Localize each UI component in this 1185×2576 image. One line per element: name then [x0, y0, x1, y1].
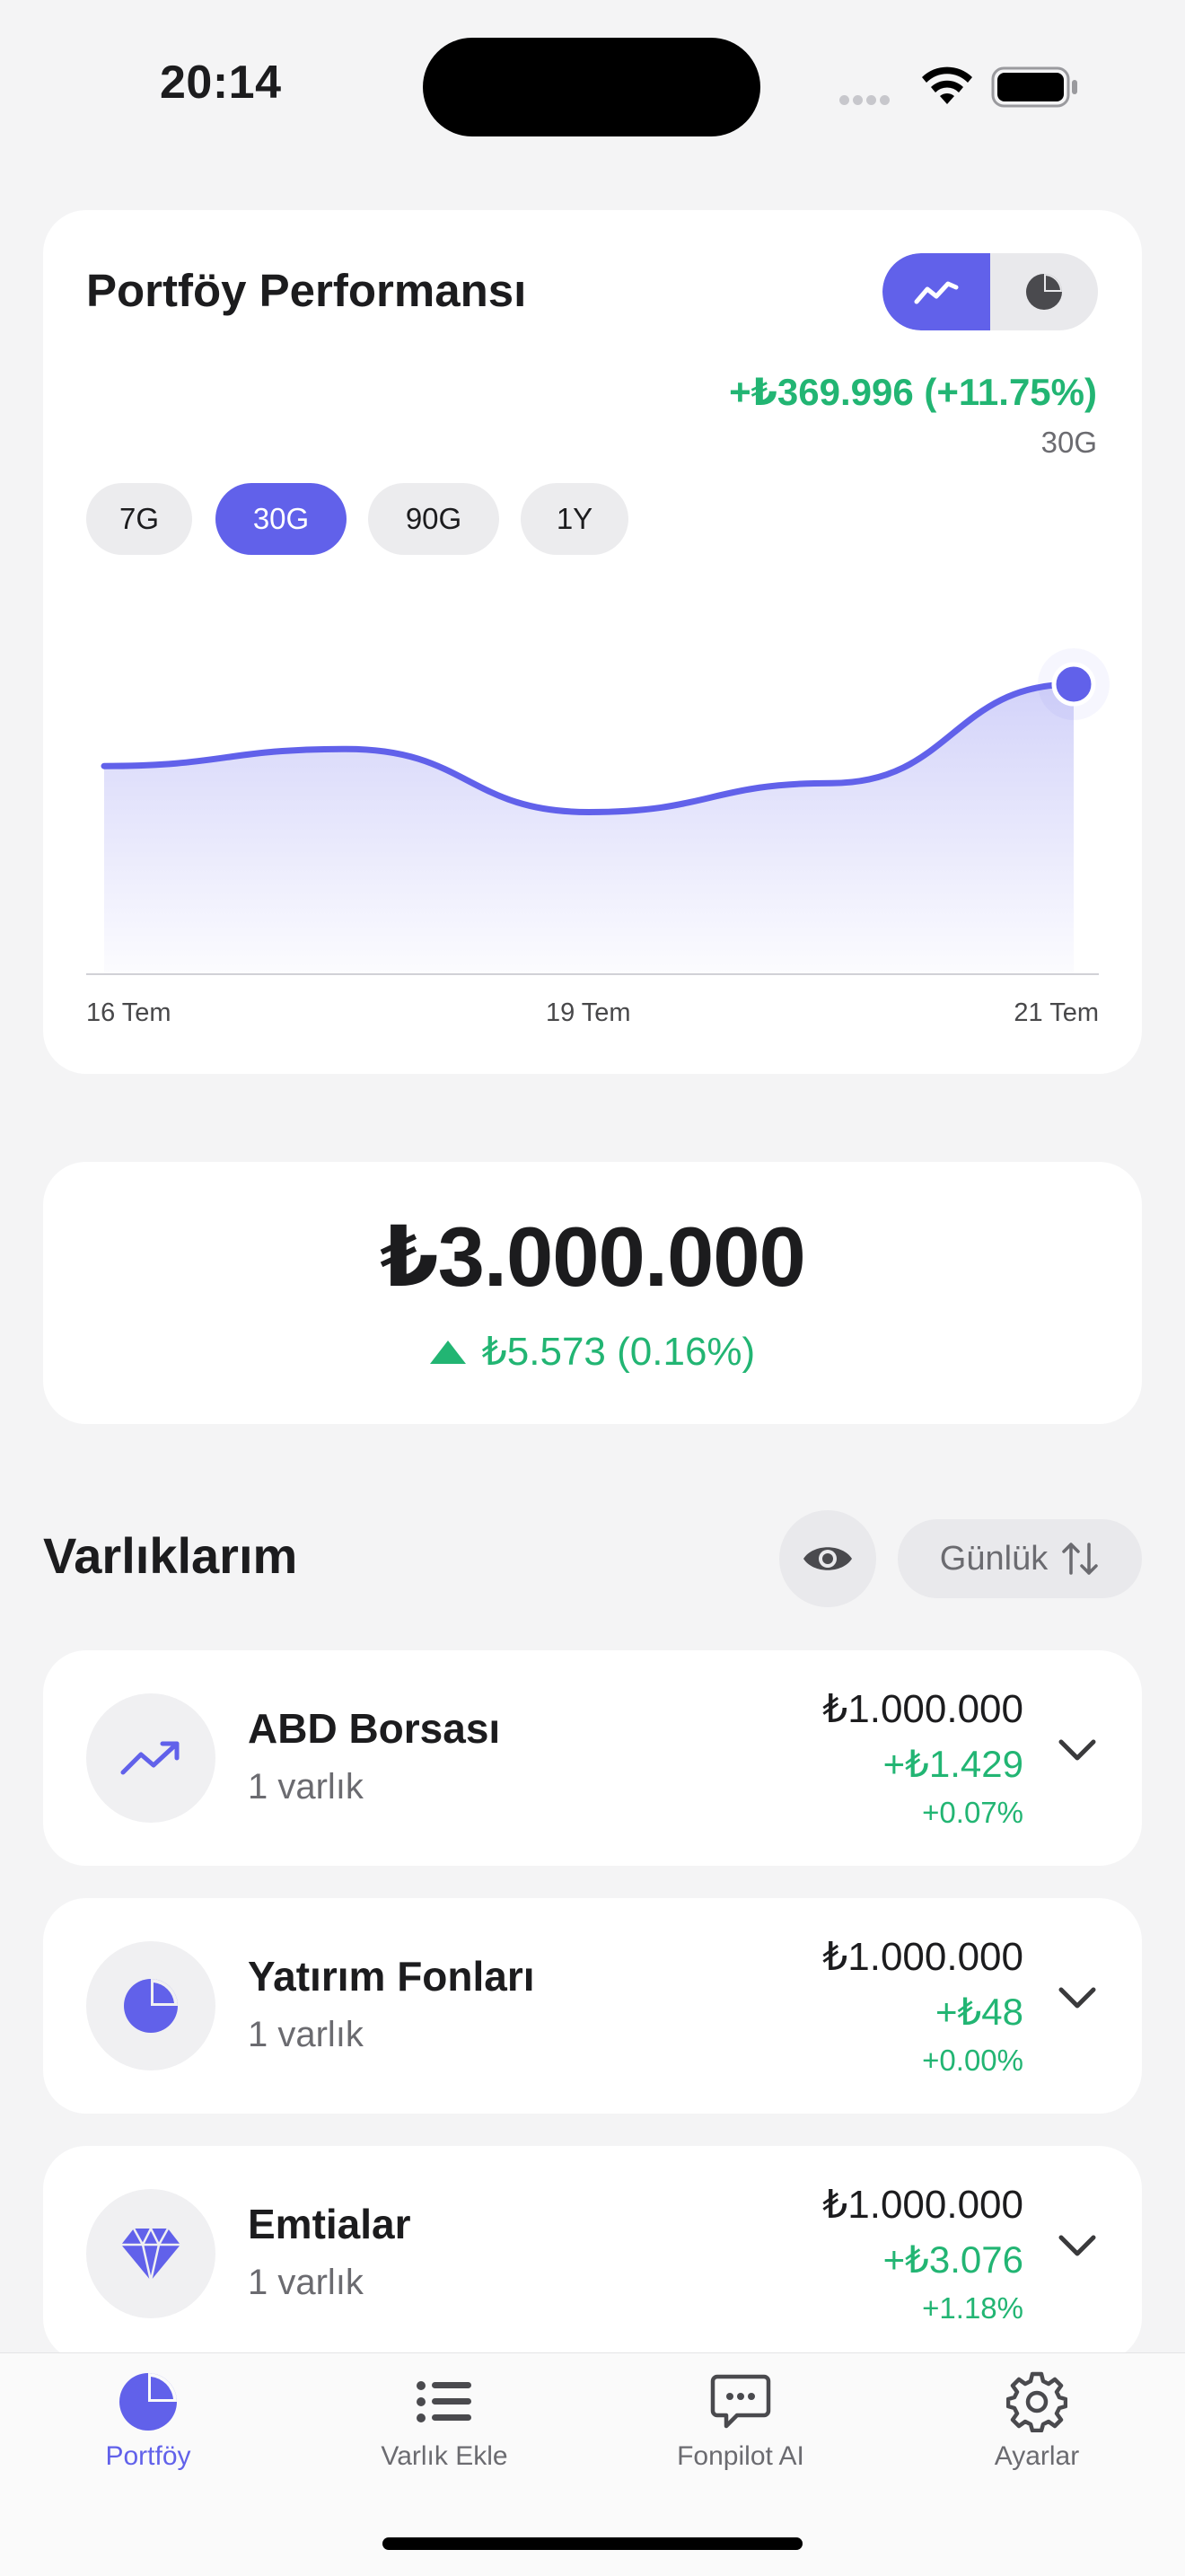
chart-view-toggle — [882, 253, 1098, 330]
asset-percent: +1.18% — [922, 2291, 1023, 2325]
home-indicator — [382, 2537, 803, 2550]
performance-gain: +₺369.996 (+11.75%) — [729, 371, 1097, 413]
pie-chart-icon — [124, 1979, 178, 2033]
battery-icon — [991, 66, 1077, 108]
cellular-signal-icon — [839, 93, 893, 110]
chevron-down-icon[interactable] — [1058, 1986, 1097, 2011]
asset-gain: +₺3.076 — [882, 2238, 1023, 2281]
pie-view-button[interactable] — [990, 253, 1098, 330]
asset-percent: +0.00% — [922, 2044, 1023, 2077]
trend-up-icon — [120, 1741, 180, 1775]
dynamic-island — [423, 38, 760, 136]
list-icon — [417, 2381, 471, 2422]
line-chart-icon — [914, 281, 959, 304]
sort-period-button[interactable]: Günlük — [898, 1519, 1142, 1598]
arrow-up-icon — [429, 1340, 466, 1364]
performance-chart — [86, 648, 1110, 975]
tab-portfoy[interactable]: Portföy — [0, 2371, 296, 2472]
asset-gain: +₺48 — [935, 1991, 1023, 2033]
pie-chart-icon — [119, 2373, 177, 2431]
performance-period: 30G — [1040, 426, 1097, 459]
eye-icon — [803, 1547, 852, 1570]
diamond-icon — [121, 2227, 180, 2282]
asset-icon-wrap — [86, 1941, 215, 2070]
x-tick-label: 19 Tem — [546, 998, 631, 1027]
tab-label: Ayarlar — [994, 2441, 1080, 2471]
period-chip-90g[interactable]: 90G — [368, 483, 499, 555]
period-chip-7g[interactable]: 7G — [86, 483, 192, 555]
chart-area — [104, 684, 1074, 973]
chevron-down-icon[interactable] — [1058, 2234, 1097, 2259]
period-chip-1y[interactable]: 1Y — [521, 483, 628, 555]
asset-icon-wrap — [86, 2189, 215, 2318]
portfolio-daily-change: ₺5.573 (0.16%) — [43, 1329, 1142, 1375]
tab-fonpilot-ai[interactable]: Fonpilot AI — [592, 2371, 889, 2472]
assets-section-title: Varlıklarım — [43, 1527, 298, 1584]
status-time: 20:14 — [160, 57, 282, 109]
gear-icon — [1006, 2371, 1067, 2432]
sort-arrows-icon — [1062, 1543, 1098, 1575]
sort-period-label: Günlük — [939, 1539, 1049, 1578]
period-chip-30g[interactable]: 30G — [215, 483, 347, 555]
performance-title: Portföy Performansı — [86, 265, 527, 316]
asset-value: ₺1.000.000 — [822, 1687, 1023, 1731]
asset-name: Yatırım Fonları — [248, 1953, 535, 2000]
chevron-down-icon[interactable] — [1058, 1738, 1097, 1763]
asset-count: 1 varlık — [248, 2263, 364, 2302]
asset-row-yatirim-fonlari[interactable]: Yatırım Fonları 1 varlık ₺1.000.000 +₺48… — [43, 1898, 1142, 2114]
asset-row-abd-borsasi[interactable]: ABD Borsası 1 varlık ₺1.000.000 +₺1.429 … — [43, 1650, 1142, 1866]
asset-count: 1 varlık — [248, 1767, 364, 1807]
tab-ayarlar[interactable]: Ayarlar — [889, 2371, 1185, 2472]
portfolio-total-value: ₺3.000.000 — [380, 1209, 806, 1304]
asset-gain: +₺1.429 — [882, 1743, 1023, 1785]
portfolio-change-text: ₺5.573 (0.16%) — [481, 1330, 756, 1374]
asset-icon-wrap — [86, 1693, 215, 1823]
portfolio-total-card: ₺3.000.000 ₺5.573 (0.16%) — [43, 1162, 1142, 1424]
chat-bubble-icon — [710, 2374, 771, 2429]
asset-percent: +0.07% — [922, 1796, 1023, 1829]
chart-endpoint-dot — [1051, 662, 1096, 707]
asset-name: ABD Borsası — [248, 1705, 501, 1752]
asset-count: 1 varlık — [248, 2015, 364, 2054]
asset-row-emtialar[interactable]: Emtialar 1 varlık ₺1.000.000 +₺3.076 +1.… — [43, 2146, 1142, 2361]
line-view-button[interactable] — [882, 253, 990, 330]
x-tick-label: 21 Tem — [1014, 998, 1099, 1027]
asset-value: ₺1.000.000 — [822, 2183, 1023, 2227]
tab-label: Fonpilot AI — [677, 2441, 804, 2471]
wifi-icon — [922, 66, 972, 104]
tab-varlik-ekle[interactable]: Varlık Ekle — [296, 2371, 592, 2472]
asset-name: Emtialar — [248, 2201, 411, 2247]
toggle-visibility-button[interactable] — [779, 1510, 876, 1607]
x-tick-label: 16 Tem — [86, 998, 171, 1027]
pie-chart-icon — [1026, 274, 1062, 310]
performance-card: Portföy Performansı +₺369.996 (+11.75%) … — [43, 210, 1142, 1074]
tab-label: Portföy — [105, 2441, 191, 2471]
tab-label: Varlık Ekle — [381, 2441, 508, 2471]
asset-value: ₺1.000.000 — [822, 1935, 1023, 1979]
